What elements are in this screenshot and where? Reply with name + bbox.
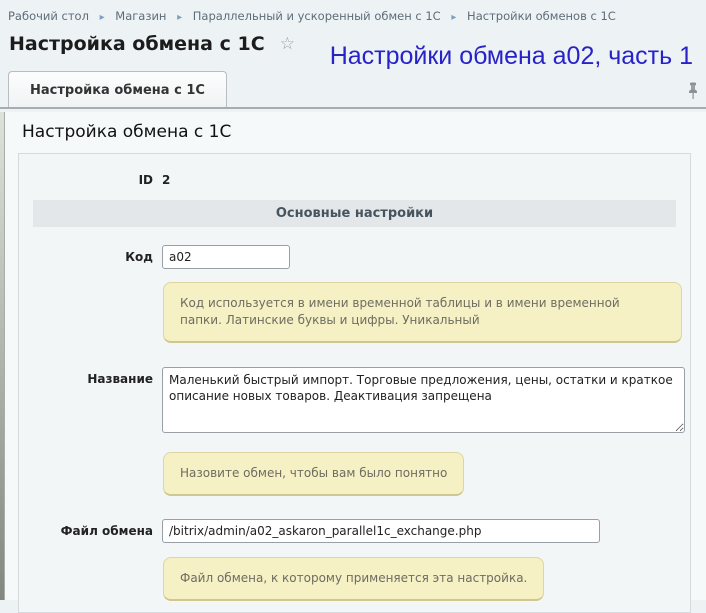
help-row: Код используется в имени временной табли…	[163, 282, 690, 343]
section-header-main-settings[interactable]: Основные настройки	[33, 200, 676, 227]
id-label: ID	[19, 173, 153, 187]
page-title: Настройка обмена с 1С	[9, 33, 265, 55]
annotation-overlay-text: Настройки обмена a02, часть 1	[330, 42, 693, 71]
name-textarea[interactable]: Маленький быстрый импорт. Торговые предл…	[162, 367, 685, 433]
file-label: Файл обмена	[19, 519, 153, 538]
field-row-id: ID 2	[19, 173, 690, 187]
field-row-code: Код	[19, 245, 690, 269]
form-heading: Настройка обмена с 1С	[22, 122, 706, 142]
breadcrumb-item-parallel-exchange[interactable]: Параллельный и ускоренный обмен с 1С	[193, 9, 441, 23]
field-row-file: Файл обмена	[19, 519, 690, 543]
exchange-settings-form: ID 2 Основные настройки Код Код использу…	[18, 153, 691, 613]
tab-exchange-settings[interactable]: Настройка обмена с 1С	[8, 71, 227, 107]
breadcrumb-arrow-icon: ▸	[451, 12, 456, 23]
left-edge-strip	[0, 112, 5, 600]
breadcrumb: Рабочий стол ▸ Магазин ▸ Параллельный и …	[0, 0, 706, 23]
favorite-star-icon[interactable]: ☆	[280, 34, 295, 54]
breadcrumb-arrow-icon: ▸	[177, 12, 182, 23]
content-area: Настройка обмена с 1С ID 2 Основные наст…	[0, 112, 706, 600]
id-value: 2	[162, 173, 170, 187]
breadcrumb-arrow-icon: ▸	[100, 12, 105, 23]
breadcrumb-item-shop[interactable]: Магазин	[115, 9, 166, 23]
breadcrumb-item-exchange-settings[interactable]: Настройки обменов с 1С	[467, 9, 616, 23]
field-row-name: Название Маленький быстрый импорт. Торго…	[19, 367, 690, 437]
name-help-box: Назовите обмен, чтобы вам было понятно	[163, 452, 464, 496]
code-input[interactable]	[162, 245, 290, 269]
file-help-box: Файл обмена, к которому применяется эта …	[163, 557, 544, 601]
name-label: Название	[19, 367, 153, 386]
help-row: Файл обмена, к которому применяется эта …	[163, 557, 690, 601]
pin-icon[interactable]	[687, 82, 699, 100]
breadcrumb-item-desktop[interactable]: Рабочий стол	[8, 9, 89, 23]
code-help-box: Код используется в имени временной табли…	[163, 282, 682, 343]
code-label: Код	[19, 245, 153, 264]
exchange-file-input[interactable]	[162, 519, 600, 543]
tab-strip: Настройка обмена с 1С	[0, 71, 706, 109]
help-row: Назовите обмен, чтобы вам было понятно	[163, 452, 690, 496]
